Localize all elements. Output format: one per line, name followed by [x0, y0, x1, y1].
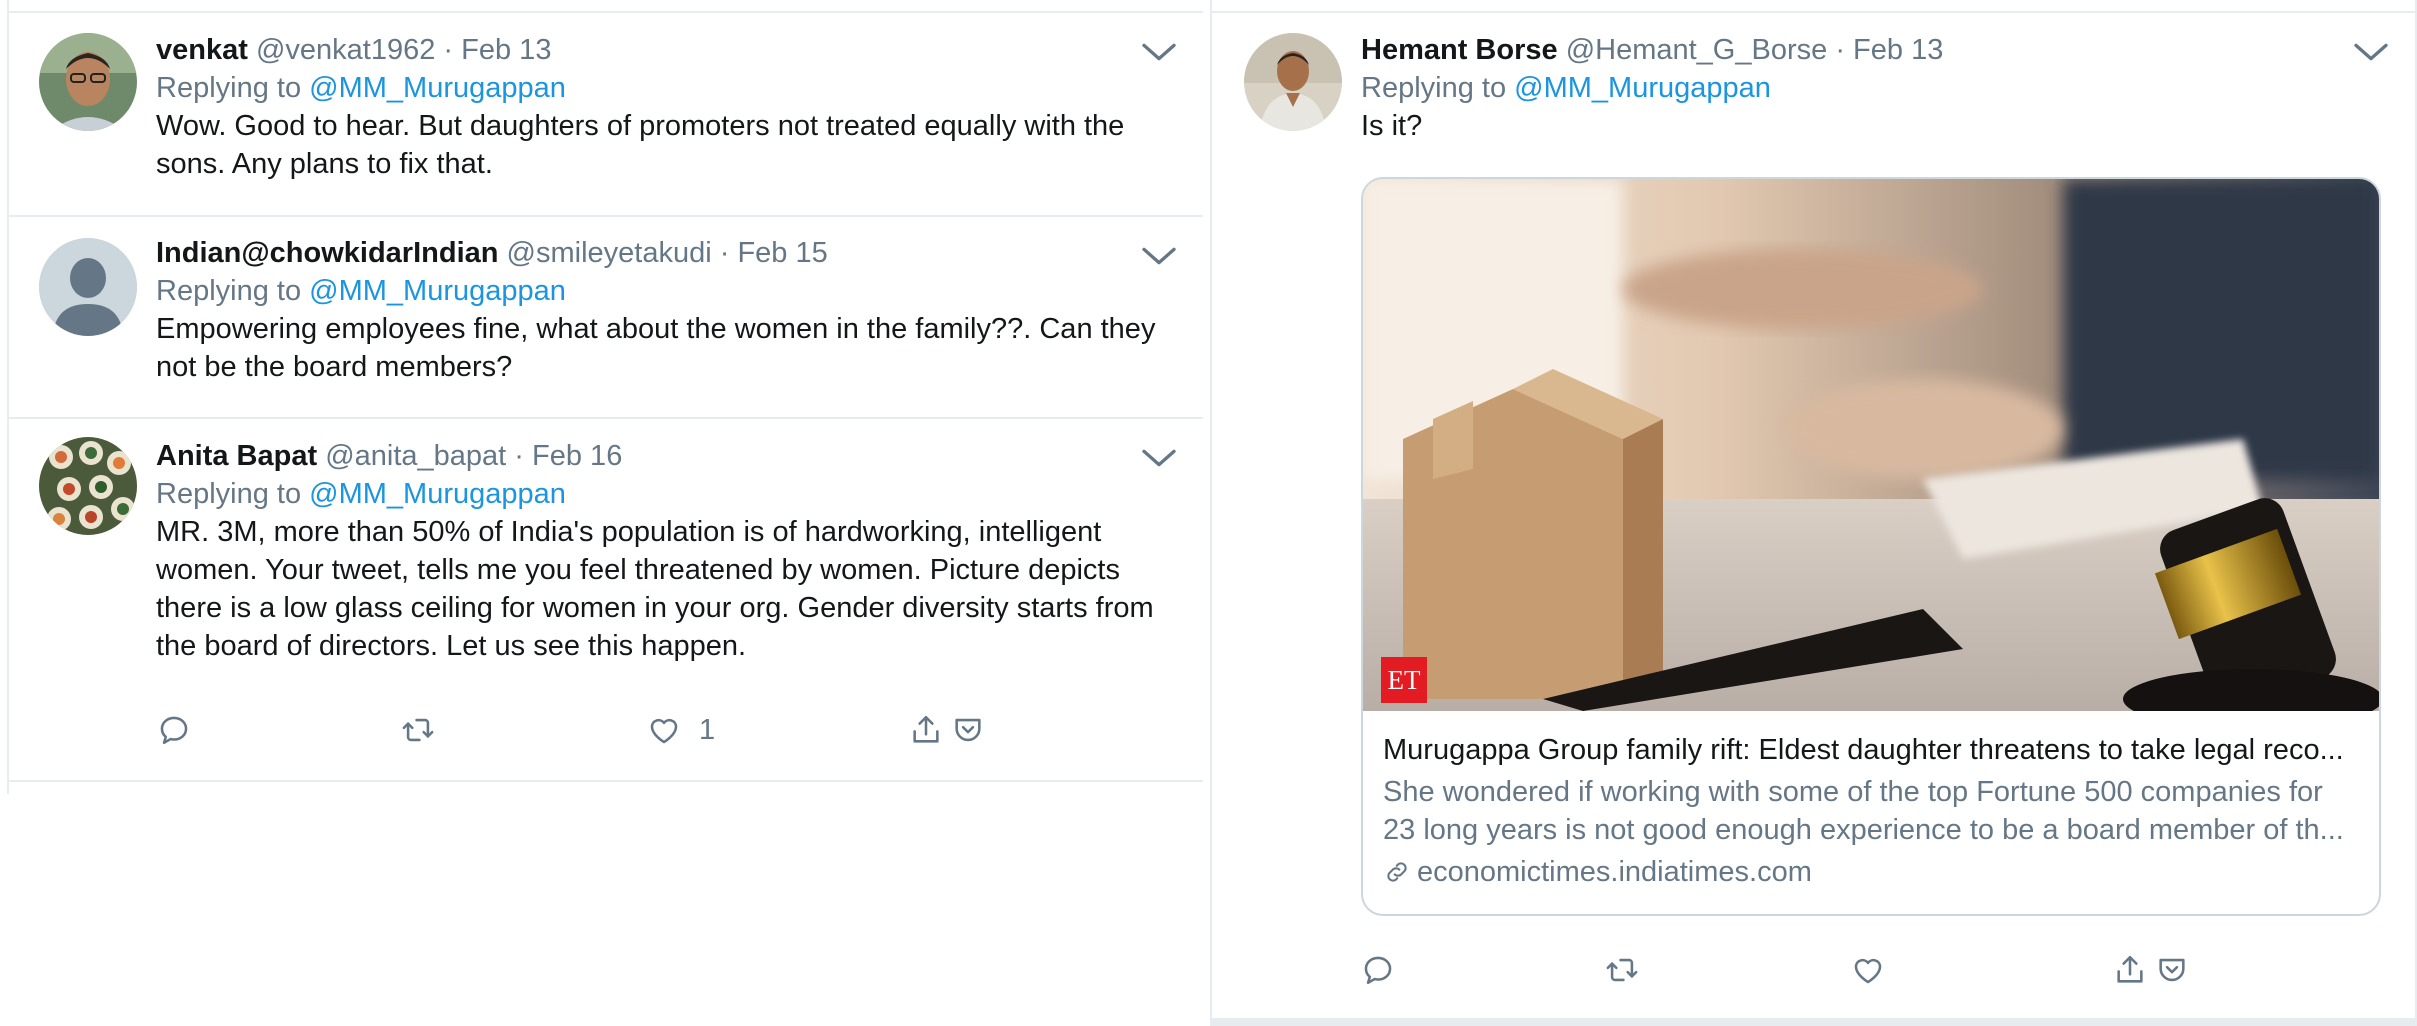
- card-title: Murugappa Group family rift: Eldest daug…: [1383, 734, 2344, 766]
- share-button[interactable]: [2113, 945, 2147, 995]
- link-icon: [1383, 858, 1411, 886]
- tweet-actions: 1: [157, 705, 1057, 755]
- pocket-icon: [2155, 953, 2189, 987]
- avatar[interactable]: [1244, 33, 1342, 131]
- pocket-icon: [951, 713, 985, 747]
- tweet[interactable]: Indian@chowkidarIndian @smileyetakudi · …: [9, 217, 1203, 419]
- author-name[interactable]: venkat: [156, 34, 248, 66]
- tweet-date[interactable]: Feb 13: [1853, 34, 1943, 66]
- author-name[interactable]: Indian@chowkidarIndian: [156, 237, 498, 269]
- tweet-date[interactable]: Feb 15: [737, 237, 827, 269]
- author-handle[interactable]: @Hemant_G_Borse: [1566, 34, 1828, 66]
- tweet-text-line: there is a low glass ceiling for women i…: [156, 592, 1154, 624]
- reply-icon: [157, 713, 191, 747]
- tweet-text: Is it?: [1361, 110, 1423, 142]
- tweet[interactable]: Anita Bapat @anita_bapat · Feb 16 Replyi…: [9, 419, 1203, 780]
- tweet-date[interactable]: Feb 13: [461, 34, 551, 66]
- like-button[interactable]: 1: [647, 705, 715, 755]
- tweet-content: Hemant Borse @Hemant_G_Borse · Feb 13 Re…: [1361, 31, 2385, 145]
- replying-prefix: Replying to: [156, 478, 302, 510]
- card-body: Murugappa Group family rift: Eldest daug…: [1383, 731, 2359, 891]
- retweet-icon: [1605, 953, 1639, 987]
- et-logo-badge: ET: [1381, 657, 1427, 703]
- tweet-content: Anita Bapat @anita_bapat · Feb 16 Replyi…: [156, 437, 1173, 665]
- tweet-text-line: the board of directors. Let us see this …: [156, 630, 747, 662]
- left-column: venkat @venkat1962 · Feb 13 Replying to …: [0, 0, 1203, 794]
- card-description-line: 23 long years is not good enough experie…: [1383, 814, 2344, 846]
- replying-to: Replying to @MM_Murugappan: [1361, 69, 2385, 107]
- tweet-content: venkat @venkat1962 · Feb 13 Replying to …: [156, 31, 1173, 183]
- retweet-button[interactable]: [401, 705, 435, 755]
- tweet-header: venkat @venkat1962 · Feb 13: [156, 31, 1173, 69]
- link-card[interactable]: ET Murugappa Group family rift: Eldest d…: [1361, 177, 2381, 916]
- author-handle[interactable]: @venkat1962: [256, 34, 435, 66]
- share-button[interactable]: [909, 705, 943, 755]
- replying-to: Replying to @MM_Murugappan: [156, 272, 1173, 310]
- separator: ·: [1835, 34, 1845, 66]
- retweet-button[interactable]: [1605, 945, 1639, 995]
- card-description: She wondered if working with some of the…: [1383, 773, 2359, 849]
- mention-link[interactable]: @MM_Murugappan: [309, 275, 566, 307]
- tweet-text: Empowering employees fine, what about th…: [156, 310, 1173, 386]
- tweet-header: Hemant Borse @Hemant_G_Borse · Feb 13: [1361, 31, 2385, 69]
- separator: ·: [443, 34, 454, 66]
- tweet-text-line: MR. 3M, more than 50% of India's populat…: [156, 516, 1102, 548]
- tweet-text-line: not be the board members?: [156, 351, 513, 383]
- share-icon: [2113, 953, 2147, 987]
- replying-to: Replying to @MM_Murugappan: [156, 69, 1173, 107]
- author-name[interactable]: Hemant Borse: [1361, 34, 1558, 66]
- card-domain: economictimes.indiatimes.com: [1383, 853, 2359, 891]
- like-button[interactable]: [1851, 945, 1885, 995]
- separator: ·: [514, 440, 524, 472]
- divider: [7, 780, 1203, 782]
- chevron-down-icon[interactable]: [2351, 37, 2391, 67]
- tweet-text-line: Wow. Good to hear. But daughters of prom…: [156, 110, 1125, 142]
- replying-prefix: Replying to: [1361, 72, 1507, 104]
- tweet-text-line: Empowering employees fine, what about th…: [156, 313, 1156, 345]
- author-name[interactable]: Anita Bapat: [156, 440, 317, 472]
- avatar[interactable]: [39, 238, 137, 336]
- tweet-date[interactable]: Feb 16: [532, 440, 622, 472]
- author-handle[interactable]: @anita_bapat: [325, 440, 506, 472]
- tweet-header: Anita Bapat @anita_bapat · Feb 16: [156, 437, 1173, 475]
- tweet-text-line: sons. Any plans to fix that.: [156, 148, 493, 180]
- like-count: 1: [699, 713, 716, 746]
- mention-link[interactable]: @MM_Murugappan: [309, 72, 566, 104]
- author-handle[interactable]: @smileyetakudi: [507, 237, 712, 269]
- tweet-header: Indian@chowkidarIndian @smileyetakudi · …: [156, 234, 1173, 272]
- chevron-down-icon[interactable]: [1139, 443, 1179, 473]
- avatar[interactable]: [39, 33, 137, 131]
- tweet-text: MR. 3M, more than 50% of India's populat…: [156, 513, 1173, 665]
- retweet-icon: [401, 713, 435, 747]
- mention-link[interactable]: @MM_Murugappan: [309, 478, 566, 510]
- chevron-down-icon[interactable]: [1139, 37, 1179, 67]
- replying-prefix: Replying to: [156, 72, 302, 104]
- divider: [1210, 1018, 2417, 1026]
- heart-icon: [1851, 953, 1885, 987]
- reply-button[interactable]: [157, 705, 191, 755]
- replying-prefix: Replying to: [156, 275, 302, 307]
- separator: ·: [719, 237, 730, 269]
- share-icon: [909, 713, 943, 747]
- reply-button[interactable]: [1361, 945, 1395, 995]
- pocket-button[interactable]: [951, 705, 985, 755]
- mention-link[interactable]: @MM_Murugappan: [1514, 72, 1771, 104]
- tweet-content: Indian@chowkidarIndian @smileyetakudi · …: [156, 234, 1173, 386]
- replying-to: Replying to @MM_Murugappan: [156, 475, 1173, 513]
- tweet-actions: [1361, 945, 2261, 995]
- chevron-down-icon[interactable]: [1139, 241, 1179, 271]
- avatar[interactable]: [39, 437, 137, 535]
- card-domain-text: economictimes.indiatimes.com: [1417, 856, 1812, 888]
- tweet[interactable]: venkat @venkat1962 · Feb 13 Replying to …: [9, 13, 1203, 217]
- heart-icon: [647, 713, 681, 747]
- tweet-text-line: women. Your tweet, tells me you feel thr…: [156, 554, 1120, 586]
- reply-icon: [1361, 953, 1395, 987]
- pocket-button[interactable]: [2155, 945, 2189, 995]
- card-description-line: She wondered if working with some of the…: [1383, 776, 2323, 808]
- tweet-text: Wow. Good to hear. But daughters of prom…: [156, 107, 1173, 183]
- card-image[interactable]: ET: [1363, 179, 2379, 711]
